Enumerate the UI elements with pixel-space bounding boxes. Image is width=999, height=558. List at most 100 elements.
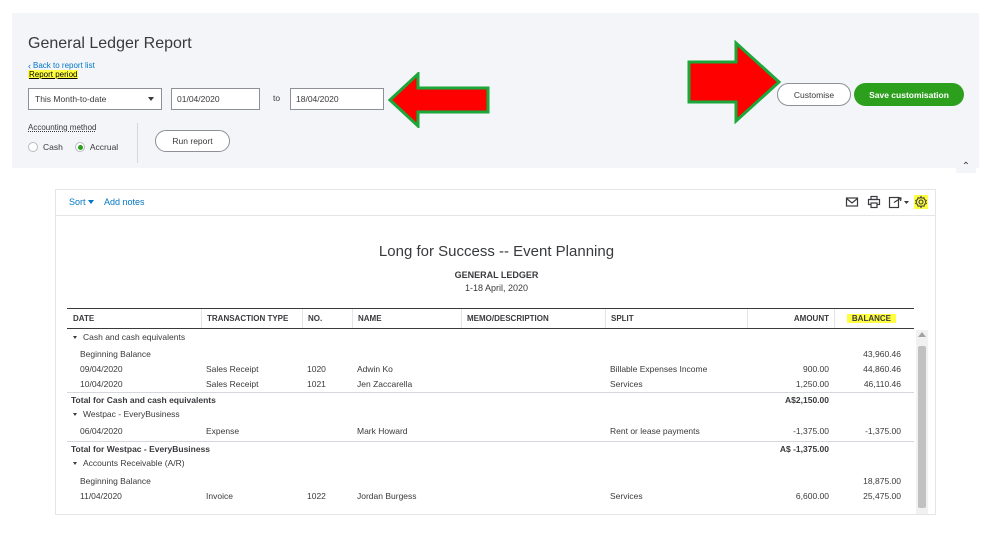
cell-transaction-type[interactable]: Invoice (206, 491, 233, 501)
col-split[interactable]: SPLIT (611, 314, 634, 323)
vertical-scrollbar[interactable] (916, 330, 928, 514)
print-icon[interactable] (867, 195, 881, 209)
add-notes-link[interactable]: Add notes (104, 197, 145, 207)
cell-name[interactable]: Jen Zaccarella (357, 379, 412, 389)
run-report-button[interactable]: Run report (155, 130, 230, 152)
total-amount: A$2,150.00 (785, 395, 829, 405)
sort-label: Sort (69, 197, 86, 207)
account-group-row[interactable]: Cash and cash equivalents (67, 330, 914, 345)
report-dates: 1-18 April, 2020 (464, 283, 529, 293)
cell-no[interactable]: 1022 (307, 491, 326, 501)
table-header: DATE TRANSACTION TYPE NO. NAME MEMO/DESC… (67, 308, 914, 329)
report-toolbar: Sort Add notes (56, 190, 935, 216)
export-icon[interactable] (888, 195, 910, 209)
col-separator (352, 309, 353, 328)
cell-date: 06/04/2020 (80, 426, 123, 436)
customise-button[interactable]: Customise (777, 83, 851, 106)
cell-transaction-type[interactable]: Sales Receipt (206, 379, 258, 389)
group-label-wrap[interactable]: Westpac - EveryBusiness (73, 409, 180, 419)
col-transaction-type[interactable]: TRANSACTION TYPE (207, 314, 288, 323)
report-title: GENERAL LEDGER (454, 270, 539, 280)
accrual-radio[interactable] (74, 142, 85, 152)
table-row: Beginning Balance 43,960.46 (67, 347, 914, 362)
header-divider (137, 123, 138, 163)
cell-balance: 46,110.46 (863, 379, 901, 389)
account-total-row: Total for Westpac - EveryBusiness A$ -1,3… (67, 441, 914, 456)
scroll-thumb[interactable] (918, 346, 926, 508)
cash-radio[interactable] (28, 142, 38, 152)
cell-amount: -1,375.00 (793, 426, 829, 436)
total-amount: A$ -1,375.00 (779, 444, 829, 454)
annotation-arrow-right (687, 40, 782, 124)
table-row: 09/04/2020 Sales Receipt 1020 Adwin Ko Billa… (67, 362, 914, 377)
date-to-input[interactable]: 18/04/2020 (290, 88, 384, 110)
col-date[interactable]: DATE (73, 314, 94, 323)
col-balance[interactable]: BALANCE (846, 314, 896, 323)
group-label-wrap[interactable]: Cash and cash equivalents (73, 332, 185, 342)
report-period-select[interactable]: This Month-to-date (28, 88, 162, 110)
cash-radio-label: Cash (43, 142, 63, 152)
collapse-caret-icon[interactable] (73, 462, 77, 466)
report-period-label: Report period (28, 70, 79, 79)
date-from-input[interactable]: 01/04/2020 (171, 88, 260, 110)
page-title: General Ledger Report (28, 35, 192, 52)
group-label: Westpac - EveryBusiness (83, 409, 180, 419)
col-separator (302, 309, 303, 328)
to-label: to (273, 93, 281, 103)
cell-name[interactable]: Jordan Burgess (357, 491, 417, 501)
cell-split: Billable Expenses Income (610, 364, 708, 374)
col-separator (461, 309, 462, 328)
account-group-row[interactable]: Westpac - EveryBusiness (67, 407, 914, 422)
col-separator (834, 309, 835, 328)
report-period-value: This Month-to-date (35, 94, 107, 104)
caret-down-icon (87, 200, 94, 204)
col-memo[interactable]: MEMO/DESCRIPTION (467, 314, 549, 323)
collapse-header-button[interactable]: ⌃ (956, 159, 976, 173)
table-row: 10/04/2020 Sales Receipt 1021 Jen Zaccarell… (67, 377, 914, 392)
table-row: 06/04/2020 Expense Mark Howard Rent or leas… (67, 424, 914, 439)
col-name[interactable]: NAME (358, 314, 382, 323)
cell-date: 11/04/2020 (80, 491, 122, 501)
cell-name[interactable]: Mark Howard (357, 426, 408, 436)
cell-balance: 43,960.46 (863, 349, 901, 359)
col-separator (747, 309, 748, 328)
cell-no[interactable]: 1021 (307, 379, 326, 389)
email-icon[interactable] (845, 195, 859, 209)
accounting-method-label: Accounting method (28, 123, 97, 132)
table-body: Cash and cash equivalents Beginning Balan… (67, 330, 914, 514)
company-name: Long for Success -- Event Planning (378, 243, 615, 260)
group-label: Cash and cash equivalents (83, 332, 186, 342)
group-label-wrap[interactable]: Accounts Receivable (A/R) (73, 458, 185, 468)
cell-balance: 18,875.00 (863, 476, 901, 486)
back-to-report-list-link[interactable]: ‹ Back to report list (28, 61, 95, 70)
sort-dropdown[interactable]: Sort (69, 197, 94, 207)
group-label: Accounts Receivable (A/R) (83, 458, 185, 468)
cell-amount: 1,250.00 (795, 379, 829, 389)
scroll-up-arrow-icon[interactable] (918, 332, 926, 337)
annotation-arrow-left (388, 72, 490, 128)
cell-split: Services (610, 491, 643, 501)
save-customisation-button[interactable]: Save customisation (854, 83, 964, 106)
cell-balance: 25,475.00 (863, 491, 901, 501)
cell-balance: 44,860.46 (863, 364, 901, 374)
cell-transaction-type[interactable]: Expense (206, 426, 239, 436)
collapse-caret-icon[interactable] (73, 336, 77, 340)
chevron-up-icon: ⌃ (961, 160, 971, 172)
chevron-left-icon: ‹ (28, 60, 31, 71)
cell-name[interactable]: Adwin Ko (357, 364, 393, 374)
account-group-row[interactable]: Accounts Receivable (A/R) (67, 456, 914, 471)
collapse-caret-icon[interactable] (73, 413, 77, 417)
settings-gear-icon[interactable] (914, 195, 928, 209)
table-row: Beginning Balance 18,875.00 (67, 474, 914, 489)
back-link-label: Back to report list (33, 61, 95, 70)
col-no[interactable]: NO. (308, 314, 322, 323)
cell-date: 10/04/2020 (80, 379, 123, 389)
cell-split: Rent or lease payments (610, 426, 700, 436)
cell-transaction-type[interactable]: Sales Receipt (206, 364, 258, 374)
cell-no[interactable]: 1020 (307, 364, 326, 374)
col-amount[interactable]: AMOUNT (794, 314, 829, 323)
col-separator (605, 309, 606, 328)
cell-amount: 900.00 (803, 364, 829, 374)
table-row: 11/04/2020 Invoice 1022 Jordan Burgess Servi… (67, 489, 914, 504)
cell-balance: -1,375.00 (865, 426, 901, 436)
